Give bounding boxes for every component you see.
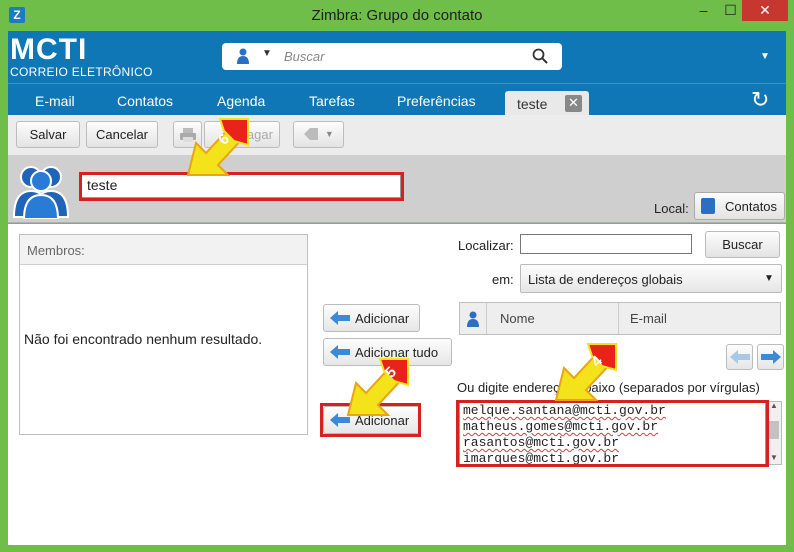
close-tab-icon[interactable]: ✕ [565,95,582,112]
search-bar[interactable]: ▼ Buscar [222,43,562,70]
members-header: Membros: [20,235,307,265]
tab-email[interactable]: E-mail [35,93,75,109]
search-button[interactable]: Buscar [705,231,780,258]
typed-addresses-scrollbar[interactable]: ▲ ▼ [766,401,782,465]
source-select-value: Lista de endereços globais [528,272,683,287]
column-header-name[interactable]: Nome [500,311,535,326]
column-divider [618,303,619,334]
search-icon[interactable] [532,48,548,64]
save-button[interactable]: Salvar [16,121,80,148]
previous-page-button[interactable] [726,344,753,370]
search-results-table[interactable]: Nome E-mail [459,302,781,335]
address-book-icon [701,198,715,214]
app-header: MCTI CORREIO ELETRÔNICO ▼ Buscar ▼ [8,31,786,83]
person-icon [467,311,479,327]
chevron-down-icon: ▼ [764,273,774,284]
main-nav: E-mail Contatos Agenda Tarefas Preferênc… [8,83,786,116]
tab-teste-label: teste [517,96,548,112]
toolbar: Salvar Cancelar Apagar ▼ [8,115,786,156]
column-header-email[interactable]: E-mail [630,311,667,326]
tab-teste[interactable]: teste ✕ [505,91,589,116]
minimize-button[interactable]: ‒ [690,0,717,21]
arrow-left-icon [330,311,350,325]
close-window-button[interactable]: ✕ [742,0,788,21]
group-name-band: teste Local: Contatos [8,156,786,223]
window-titlebar: Z Zimbra: Grupo do contato ‒ ☐ ✕ [0,0,794,31]
members-empty-message: Não foi encontrado nenhum resultado. [24,331,263,347]
window-frame-left [0,31,8,552]
callout-arrow-icon [346,358,409,416]
logo-subtitle: CORREIO ELETRÔNICO [10,65,153,79]
local-label: Local: [654,201,689,216]
find-label: Localizar: [458,238,514,253]
add-selected-button[interactable]: Adicionar [323,304,420,332]
tag-button[interactable]: ▼ [293,121,344,148]
local-folder-button[interactable]: Contatos [694,192,785,220]
source-label: em: [492,272,514,287]
results-type-column[interactable] [460,303,487,334]
typed-addresses-textarea[interactable]: melque.santana@mcti.gov.br matheus.gomes… [459,401,766,465]
typed-address: imarques@mcti.gov.br [463,451,620,465]
add-selected-label: Adicionar [355,311,410,326]
contact-group-icon [12,166,70,219]
scroll-up-icon[interactable]: ▲ [770,401,778,410]
tag-chevron-down-icon: ▼ [324,129,334,139]
next-page-button[interactable] [757,344,784,370]
tab-preferencias[interactable]: Preferências [397,93,476,109]
scroll-down-icon[interactable]: ▼ [770,453,778,462]
maximize-button[interactable]: ☐ [717,0,744,21]
user-menu-chevron-down-icon[interactable]: ▼ [760,51,770,62]
tab-agenda[interactable]: Agenda [217,93,265,109]
person-icon[interactable] [236,48,250,64]
find-input[interactable] [520,234,692,254]
arrow-left-icon [730,350,750,364]
typed-address: rasantos@mcti.gov.br [463,435,620,450]
window-frame-bottom [0,545,794,552]
tag-icon [304,128,319,140]
arrow-right-icon [761,350,781,364]
cancel-button[interactable]: Cancelar [86,121,158,148]
search-input[interactable]: Buscar [284,49,324,64]
callout-arrow-icon [554,343,617,401]
search-scope-dropdown-icon[interactable]: ▼ [262,48,272,59]
typed-address: matheus.gomes@mcti.gov.br [463,419,659,434]
window-frame-right [786,31,794,552]
tab-tarefas[interactable]: Tarefas [309,93,355,109]
window-title: Zimbra: Grupo do contato [311,7,483,24]
local-folder-label: Contatos [725,199,778,214]
scrollbar-thumb[interactable] [769,421,779,439]
source-select[interactable]: Lista de endereços globais ▼ [520,264,782,293]
members-list[interactable]: Membros: Não foi encontrado nenhum resul… [19,234,308,435]
tab-contatos[interactable]: Contatos [117,93,173,109]
logo-title: MCTI [10,33,88,66]
refresh-icon[interactable]: ↻ [751,87,769,113]
